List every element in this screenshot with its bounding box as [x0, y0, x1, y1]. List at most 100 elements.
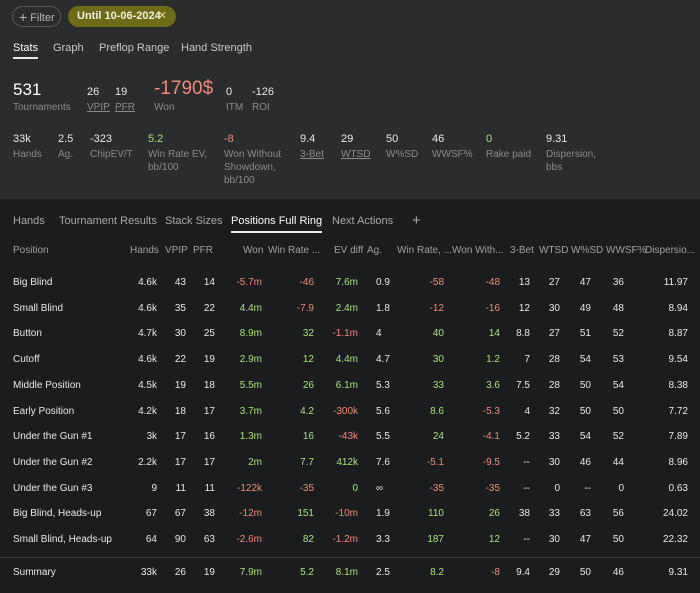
wsd-label: W%SD — [386, 149, 419, 160]
table-cell: -5.1 — [426, 456, 444, 468]
table-cell: 3.7m — [239, 405, 262, 417]
column-header[interactable]: PFR — [193, 245, 213, 256]
table-cell: -12m — [239, 508, 262, 520]
column-header[interactable]: WTSD — [539, 245, 568, 256]
tab-tournament-results[interactable]: Tournament Results — [59, 215, 157, 227]
winrate-ev-label: Win Rate EV, bb/100 — [148, 149, 208, 173]
table-cell: 0 — [352, 482, 358, 494]
tab-stats[interactable]: Stats — [13, 42, 39, 59]
column-header[interactable]: Hands — [130, 245, 159, 256]
add-tab-icon[interactable]: + — [412, 212, 421, 229]
vpip-value: 26 — [87, 86, 100, 98]
table-cell: 4.4m — [239, 302, 262, 314]
plus-icon: + — [19, 9, 28, 25]
table-cell: 33 — [432, 379, 444, 391]
table-row-label: Big Blind, Heads-up — [13, 508, 102, 520]
table-row-label: Early Position — [13, 405, 75, 417]
tab-hands[interactable]: Hands — [13, 215, 45, 227]
vpip-label[interactable]: VPIP — [87, 101, 110, 114]
pfr-value: 19 — [115, 86, 128, 98]
table-cell: 54 — [612, 379, 624, 391]
date-filter-chip[interactable]: Until 10-06-2024 ✕ — [68, 6, 176, 27]
table-cell: 7.72 — [668, 405, 688, 417]
tab-stack-sizes[interactable]: Stack Sizes — [165, 215, 222, 227]
table-cell: 0.63 — [668, 482, 688, 494]
column-header[interactable]: 3-Bet — [510, 245, 534, 256]
table-cell: 24 — [432, 431, 444, 443]
column-header[interactable]: W%SD — [571, 245, 603, 256]
winrate-ev-value: 5.2 — [148, 133, 164, 145]
table-cell: 8.1m — [335, 567, 358, 578]
table-cell: 2.9m — [239, 354, 262, 366]
won-without-sd-label: Won Without Showdown, bb/100 — [224, 149, 282, 186]
wtsd-label[interactable]: WTSD — [341, 148, 370, 161]
dispersion-label: Dispersion, bbs — [546, 149, 597, 173]
table-row-label: Small Blind — [13, 302, 64, 314]
table-row-label: Middle Position — [13, 379, 81, 391]
table-cell: 7.6m — [335, 277, 358, 288]
table-cell: 9.31 — [668, 567, 688, 578]
column-header[interactable]: EV diff — [334, 245, 363, 256]
column-header[interactable]: Won — [243, 245, 263, 256]
roi-value: -126 — [252, 86, 275, 98]
table-cell: 52 — [612, 431, 624, 443]
won-without-sd-value: -8 — [224, 133, 234, 145]
table-cell: 110 — [428, 508, 444, 520]
table-row-label: Under the Gun #1 — [13, 431, 93, 443]
tab-graph[interactable]: Graph — [53, 42, 84, 54]
tab-next-actions[interactable]: Next Actions — [332, 215, 393, 227]
table-cell: 44 — [612, 456, 624, 468]
table-cell: 8.38 — [668, 379, 688, 391]
table-row-label: Button — [13, 328, 42, 340]
dispersion-value: 9.31 — [546, 133, 568, 145]
wtsd-value: 29 — [341, 133, 354, 145]
table-row-label: Big Blind — [13, 277, 53, 288]
summary-row-label: Summary — [13, 567, 56, 578]
table-cell: 56 — [612, 508, 624, 520]
3bet-label[interactable]: 3-Bet — [300, 148, 324, 161]
filter-button[interactable]: + Filter — [12, 6, 61, 27]
table-cell: 187 — [427, 534, 444, 545]
table-cell: 24.02 — [662, 508, 688, 520]
chipev-label: ChipEV/T — [90, 149, 133, 160]
table-cell: 50 — [612, 405, 624, 417]
table-cell: 8.9m — [239, 328, 262, 340]
ag-value: 2.5 — [58, 133, 74, 145]
table-cell: 52 — [612, 328, 624, 340]
table-cell: 8.2 — [430, 567, 444, 578]
table-cell: 46 — [612, 567, 624, 578]
table-cell: -1.1m — [332, 328, 358, 340]
column-header[interactable]: VPIP — [165, 245, 188, 256]
tab-hand-strength[interactable]: Hand Strength — [181, 42, 252, 54]
table-cell: -300k — [332, 405, 358, 417]
close-icon[interactable]: ✕ — [158, 6, 167, 27]
column-header[interactable]: WWSF% — [606, 245, 647, 256]
column-header[interactable]: Win Rate ... — [268, 245, 320, 256]
summary-divider — [0, 557, 700, 558]
table-cell: -1.2m — [332, 534, 358, 545]
wwsf-label: WWSF% — [432, 149, 473, 160]
itm-label: ITM — [226, 102, 244, 113]
tab-preflop-range[interactable]: Preflop Range — [99, 42, 169, 54]
won-label: Won — [154, 102, 175, 113]
table-cell: 1.3m — [239, 431, 262, 443]
roi-label: ROI — [252, 102, 270, 113]
table-cell: 8.94 — [668, 302, 688, 314]
table-cell: 11.97 — [663, 277, 688, 288]
tab-positions-full-ring[interactable]: Positions Full Ring — [231, 215, 323, 233]
table-cell: 412k — [336, 456, 358, 468]
table-row-label: Cutoff — [13, 354, 40, 366]
column-header[interactable]: Dispersio... — [645, 245, 695, 256]
pfr-label[interactable]: PFR — [115, 101, 135, 114]
table-cell: -5.7m — [236, 277, 262, 288]
column-header[interactable]: Position — [13, 245, 49, 256]
column-header[interactable]: Ag. — [367, 245, 382, 256]
column-header[interactable]: Win Rate, ... — [397, 245, 452, 256]
table-cell: -35 — [429, 482, 444, 494]
table-cell: ∞ — [376, 482, 384, 494]
hands-label: Hands — [13, 149, 42, 160]
table-cell: 48 — [612, 302, 624, 314]
won-value: -1790$ — [154, 78, 214, 99]
chipev-value: -323 — [90, 133, 113, 145]
column-header[interactable]: Won With... — [452, 245, 504, 256]
